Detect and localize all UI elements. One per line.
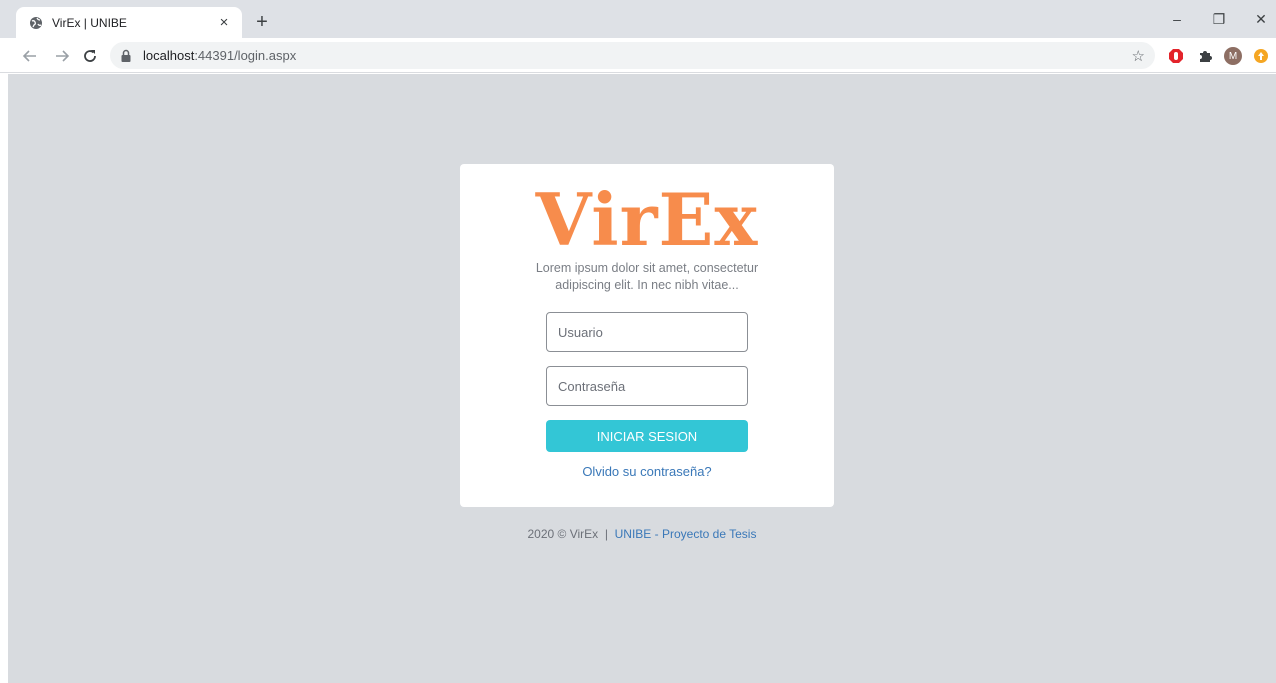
close-window-button[interactable]: ✕: [1246, 8, 1276, 30]
forward-icon[interactable]: [52, 46, 72, 66]
profile-initial: M: [1228, 50, 1238, 62]
lock-icon: [120, 49, 134, 63]
browser-toolbar: localhost:44391/login.aspx ☆ M: [0, 38, 1276, 73]
page-background: VirEx Lorem ipsum dolor sit amet, consec…: [8, 74, 1276, 683]
url-text: localhost:44391/login.aspx: [143, 48, 296, 63]
virex-logo: VirEx: [535, 177, 759, 262]
restore-button[interactable]: ❐: [1204, 8, 1234, 30]
tagline: Lorem ipsum dolor sit amet, consectetur …: [535, 261, 759, 292]
tab-strip: VirEx | UNIBE × + – ❐ ✕: [0, 0, 1276, 38]
profile-avatar[interactable]: M: [1224, 47, 1242, 65]
password-input[interactable]: [546, 366, 748, 406]
bookmark-star-icon[interactable]: ☆: [1132, 47, 1145, 65]
forgot-password-link[interactable]: Olvido su contraseña?: [460, 464, 834, 479]
address-bar[interactable]: localhost:44391/login.aspx ☆: [110, 42, 1155, 69]
back-icon[interactable]: [20, 46, 40, 66]
minimize-button[interactable]: –: [1162, 8, 1192, 30]
footer-copyright: 2020 © VirEx: [527, 527, 599, 541]
extensions-puzzle-icon[interactable]: [1196, 47, 1214, 65]
reload-icon[interactable]: [80, 46, 100, 66]
url-path: :44391/login.aspx: [194, 48, 297, 63]
adblock-extension-icon[interactable]: [1167, 47, 1185, 65]
footer-link[interactable]: UNIBE - Proyecto de Tesis: [615, 527, 757, 541]
orange-extension-icon[interactable]: [1252, 47, 1270, 65]
footer-separator: |: [604, 527, 608, 541]
login-card: VirEx Lorem ipsum dolor sit amet, consec…: [460, 164, 834, 507]
login-button[interactable]: INICIAR SESION: [546, 420, 748, 452]
tab-close-icon[interactable]: ×: [214, 13, 234, 33]
username-input[interactable]: [546, 312, 748, 352]
globe-icon: [28, 15, 44, 31]
url-host: localhost: [143, 48, 195, 63]
tab-title: VirEx | UNIBE: [52, 15, 127, 30]
new-tab-button[interactable]: +: [251, 11, 273, 33]
browser-tab[interactable]: VirEx | UNIBE ×: [16, 7, 242, 38]
footer: 2020 © VirEx | UNIBE - Proyecto de Tesis: [8, 527, 1276, 541]
